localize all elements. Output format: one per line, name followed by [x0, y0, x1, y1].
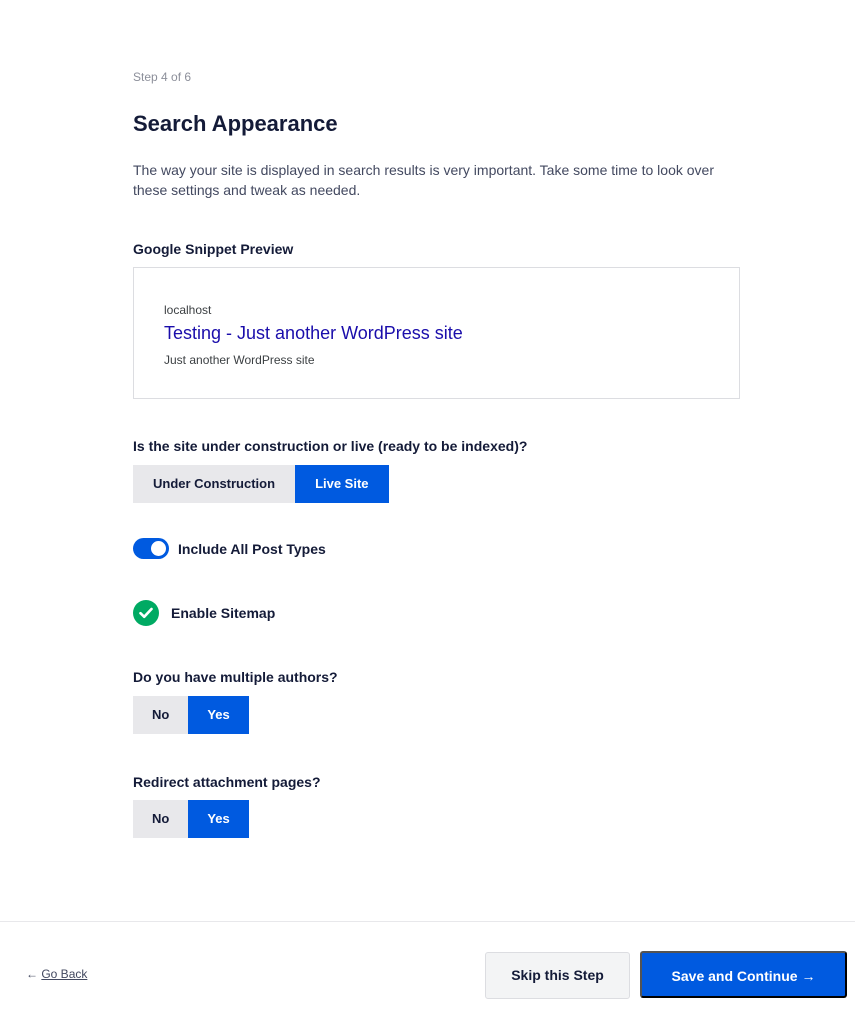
footer-divider [0, 921, 855, 922]
snippet-preview-label: Google Snippet Preview [133, 241, 294, 257]
switch-knob [151, 541, 166, 556]
enable-sitemap-label: Enable Sitemap [171, 605, 276, 621]
back-arrow-icon: ← [26, 967, 38, 981]
save-and-continue-button[interactable]: Save and Continue → [640, 951, 847, 998]
skip-step-button[interactable]: Skip this Step [485, 952, 630, 999]
page-description: The way your site is displayed in search… [133, 162, 714, 198]
enable-sitemap-row: Enable Sitemap [133, 600, 275, 626]
go-back-link[interactable]: ← Go Back [26, 967, 87, 981]
multiple-authors-yes-option[interactable]: Yes [188, 696, 249, 734]
redirect-attachments-no-option[interactable]: No [133, 800, 189, 838]
multiple-authors-question: Do you have multiple authors? [133, 669, 338, 685]
site-status-toggle: Under Construction Live Site [133, 465, 389, 503]
include-post-types-row: Include All Post Types [133, 538, 326, 559]
site-status-question: Is the site under construction or live (… [133, 438, 528, 454]
redirect-attachments-toggle: No Yes [133, 800, 249, 838]
under-construction-option[interactable]: Under Construction [133, 465, 296, 503]
include-post-types-switch[interactable] [133, 538, 169, 559]
include-post-types-label: Include All Post Types [178, 540, 326, 557]
multiple-authors-toggle: No Yes [133, 696, 249, 734]
page-title: Search Appearance [133, 111, 338, 136]
go-back-label: Go Back [41, 967, 88, 981]
live-site-option[interactable]: Live Site [295, 465, 389, 503]
snippet-description: Just another WordPress site [164, 353, 315, 367]
redirect-attachments-question: Redirect attachment pages? [133, 774, 321, 790]
multiple-authors-no-option[interactable]: No [133, 696, 189, 734]
checkmark-icon [139, 607, 153, 619]
step-indicator: Step 4 of 6 [133, 70, 192, 84]
checkmark-circle-icon[interactable] [133, 600, 159, 626]
snippet-url: localhost [164, 303, 212, 317]
redirect-attachments-yes-option[interactable]: Yes [188, 800, 249, 838]
snippet-title: Testing - Just another WordPress site [164, 323, 463, 343]
google-snippet-preview: localhost Testing - Just another WordPre… [133, 267, 740, 399]
